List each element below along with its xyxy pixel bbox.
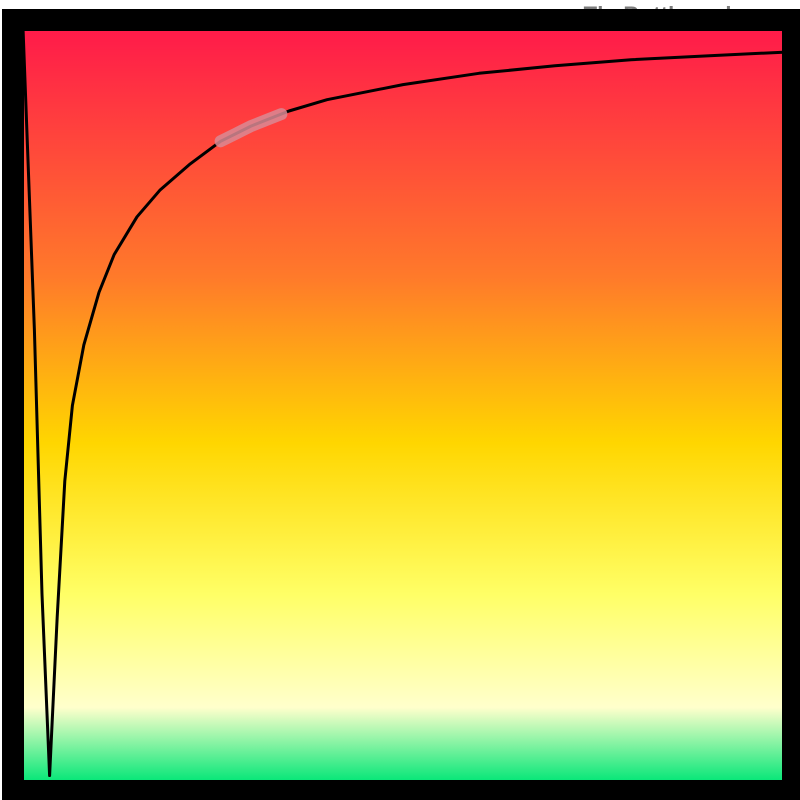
bottleneck-chart <box>0 0 800 800</box>
chart-container: TheBottleneck.com <box>0 0 800 800</box>
plot-area <box>13 20 793 791</box>
gradient-background <box>23 28 783 783</box>
